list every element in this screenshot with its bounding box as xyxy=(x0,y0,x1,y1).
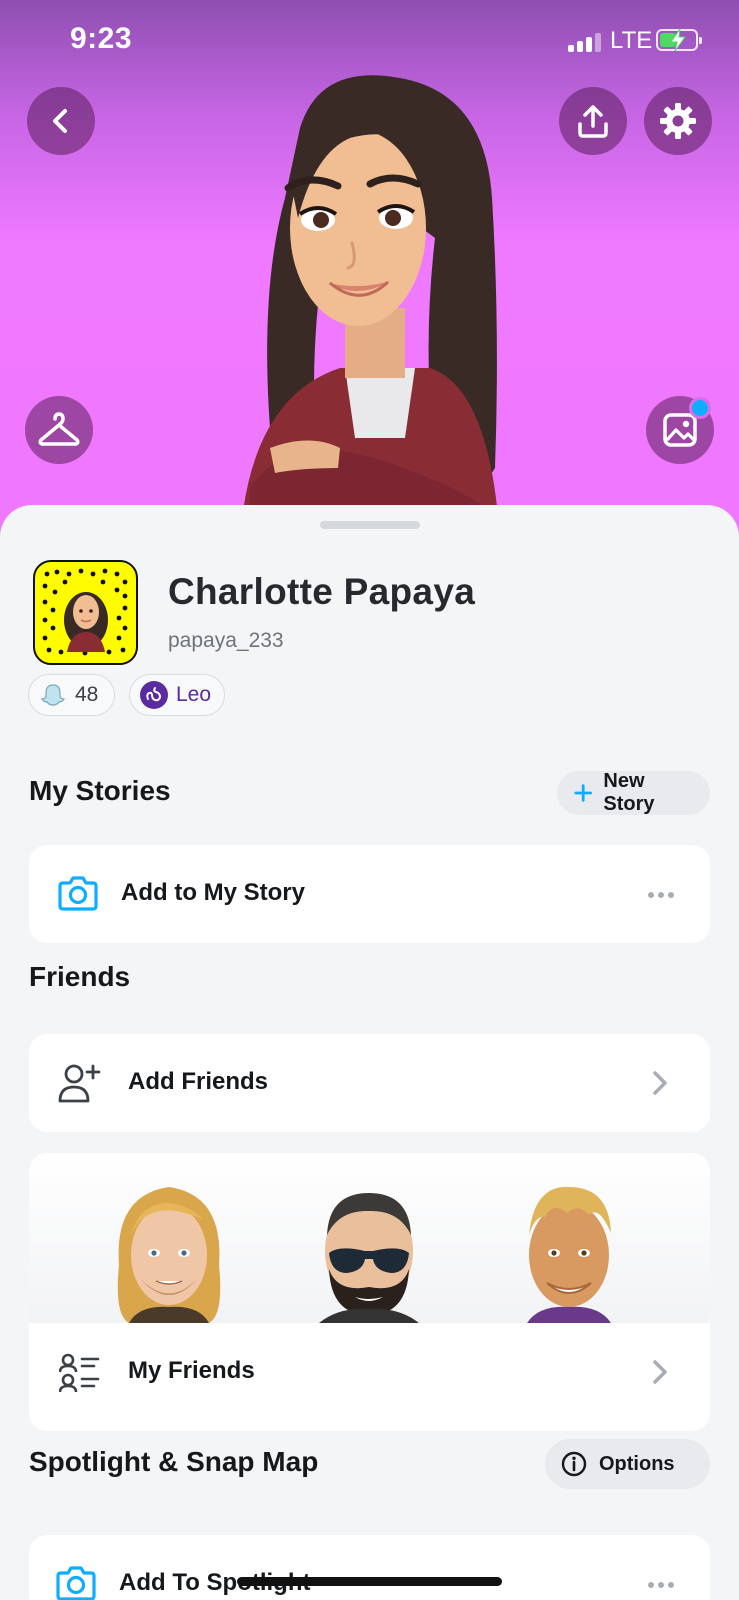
network-type: LTE xyxy=(610,27,653,54)
options-label: Options xyxy=(599,1452,675,1475)
add-friends-label: Add Friends xyxy=(128,1068,269,1095)
gear-icon xyxy=(660,103,696,139)
info-icon xyxy=(561,1451,587,1477)
chevron-right-icon xyxy=(653,1071,667,1095)
camera-icon xyxy=(58,876,98,911)
snap-score-pill[interactable]: 48 xyxy=(28,674,115,716)
plus-icon xyxy=(574,784,592,802)
cellular-signal-icon xyxy=(568,32,602,52)
options-button[interactable]: Options xyxy=(545,1439,710,1489)
zodiac-pill[interactable]: Leo xyxy=(129,674,225,716)
add-to-my-story-row[interactable]: Add to My Story xyxy=(29,845,710,943)
friend-avatar[interactable] xyxy=(309,1175,429,1323)
my-friends-card[interactable]: My Friends xyxy=(29,1153,710,1431)
more-options-icon[interactable] xyxy=(648,892,674,898)
hanger-icon xyxy=(38,412,80,446)
ghost-icon xyxy=(39,681,67,709)
friend-avatar[interactable] xyxy=(109,1175,229,1323)
camera-icon xyxy=(56,1566,96,1600)
sheet-grabber[interactable] xyxy=(320,521,420,529)
username: papaya_233 xyxy=(168,629,284,652)
add-friend-icon xyxy=(58,1064,101,1103)
display-name: Charlotte Papaya xyxy=(168,571,476,612)
leo-zodiac-icon xyxy=(140,681,168,709)
upload-icon xyxy=(578,105,608,138)
outfit-button[interactable] xyxy=(25,396,93,464)
chevron-right-icon xyxy=(653,1360,667,1384)
new-story-button[interactable]: New Story xyxy=(557,770,710,815)
add-to-my-story-label: Add to My Story xyxy=(121,879,305,906)
battery-icon xyxy=(656,28,702,52)
snap-score: 48 xyxy=(75,683,99,706)
chevron-left-icon xyxy=(53,109,67,133)
add-friends-row[interactable]: Add Friends xyxy=(29,1034,710,1132)
snapcode[interactable] xyxy=(33,560,138,665)
spotlight-heading: Spotlight & Snap Map xyxy=(29,1446,319,1477)
home-indicator[interactable] xyxy=(237,1577,502,1586)
new-badge-dot xyxy=(689,397,711,419)
my-friends-label: My Friends xyxy=(128,1357,255,1384)
status-time: 9:23 xyxy=(70,22,133,55)
profile-sheet: Charlotte Papaya papaya_233 48 Leo My St… xyxy=(0,505,739,1600)
friends-avatars-strip xyxy=(29,1153,710,1323)
share-profile-button[interactable] xyxy=(559,87,627,155)
zodiac-label: Leo xyxy=(176,683,212,706)
friend-avatar[interactable] xyxy=(509,1175,629,1323)
friends-heading: Friends xyxy=(29,961,131,992)
friends-list-icon xyxy=(59,1353,100,1393)
bitmoji-avatar[interactable] xyxy=(230,68,530,540)
more-options-icon[interactable] xyxy=(648,1582,674,1588)
new-story-label: New Story xyxy=(603,770,655,815)
my-stories-heading: My Stories xyxy=(29,775,171,806)
add-to-spotlight-row[interactable]: Add To Spotlight xyxy=(29,1535,710,1600)
profile-hero: 9:23 LTE xyxy=(0,0,739,540)
settings-button[interactable] xyxy=(644,87,712,155)
back-button[interactable] xyxy=(27,87,95,155)
